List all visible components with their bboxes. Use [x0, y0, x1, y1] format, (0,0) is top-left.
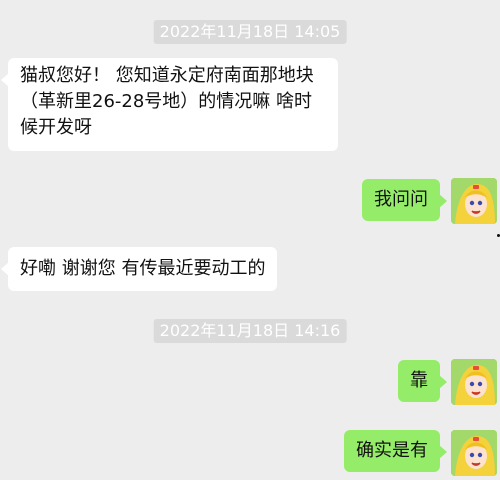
message-text: 好嘞 谢谢您 有传最近要动工的 — [20, 258, 266, 279]
message-text: 靠 — [410, 370, 428, 391]
message-bubble-outgoing[interactable]: 确实是有 — [344, 430, 447, 472]
message-text: 确实是有 — [356, 440, 428, 461]
message-bubble-outgoing[interactable]: 靠 — [398, 360, 447, 402]
message-bubble-incoming[interactable]: 猫叔您好！ 您知道永定府南面那地块（革新里26-28号地）的情况嘛 啥时候开发呀 — [1, 58, 338, 151]
avatar-icon[interactable] — [451, 430, 497, 476]
avatar-icon[interactable] — [451, 359, 497, 405]
timestamp: 2022年11月18日 14:05 — [153, 20, 347, 44]
avatar-icon[interactable] — [451, 178, 497, 224]
message-text: 我问问 — [374, 189, 428, 210]
message-bubble-outgoing[interactable]: 我问问 — [362, 179, 447, 221]
message-bubble-incoming[interactable]: 好嘞 谢谢您 有传最近要动工的 — [0, 247, 278, 291]
timestamp: 2022年11月18日 14:16 — [153, 319, 347, 343]
chat-window: 2022年11月18日 14:05 猫叔您好！ 您知道永定府南面那地块（革新里2… — [0, 0, 500, 480]
message-text: 猫叔您好！ 您知道永定府南面那地块（革新里26-28号地）的情况嘛 啥时候开发呀 — [20, 65, 314, 138]
